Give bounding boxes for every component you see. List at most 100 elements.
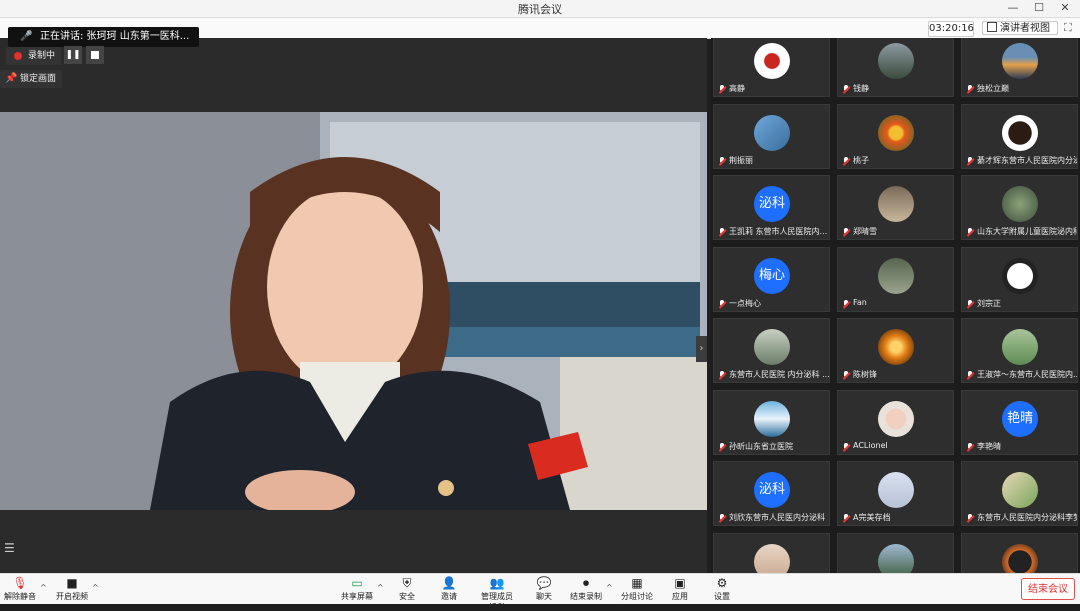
participant-tile[interactable]: 梅心一点梅心 [713, 246, 830, 312]
chat-icon: 💬 [536, 576, 552, 590]
participant-name: 独松立巅 [977, 84, 1009, 93]
speaking-indicator: 🎤 正在讲话: 张珂珂 山东第一医科... [8, 27, 200, 47]
participant-name: 山东大学附属儿童医院泌内科 [977, 227, 1077, 236]
invite-button[interactable]: 👤 邀请 [434, 576, 464, 602]
participant-tile[interactable] [837, 532, 954, 573]
muted-mic-icon [966, 371, 975, 380]
start-video-label: 开启视频 [56, 592, 88, 601]
participant-name: ACLionel [853, 440, 888, 450]
breakout-label: 分组讨论 [621, 592, 653, 601]
security-label: 安全 [399, 592, 415, 601]
end-recording-button[interactable]: ⏺ 结束录制 [569, 576, 603, 602]
muted-mic-icon [718, 85, 727, 94]
unmute-label: 解除静音 [4, 592, 36, 601]
start-video-button[interactable]: ■ 开启视频 [55, 576, 89, 602]
collapse-panel-button[interactable]: › [696, 336, 707, 362]
view-mode-button[interactable]: 演讲者视图▾ [982, 21, 1058, 47]
participant-tile[interactable]: 泌科 刘欣东营市人民医内分泌科 [713, 461, 830, 526]
participant-tile[interactable]: 东营市人民医院内分泌科李梦倩 [961, 461, 1078, 526]
muted-mic-icon [966, 299, 975, 309]
participant-name: 一点梅心 [729, 298, 761, 308]
participant-tile[interactable]: 钱静 [837, 38, 954, 97]
window-title: 腾讯会议 [518, 3, 562, 16]
participant-avatar [878, 186, 914, 222]
camera-off-icon: ■ [66, 576, 78, 590]
participant-tile[interactable]: A完美存档 [837, 461, 954, 526]
stop-recording-button[interactable] [86, 46, 104, 64]
muted-mic-icon [842, 228, 851, 237]
participant-tile[interactable]: 郑晴雪 [837, 175, 954, 240]
muted-mic-icon [966, 442, 975, 452]
apps-button[interactable]: ▣ 应用 [666, 576, 694, 602]
fullscreen-icon[interactable]: ⛶ [1064, 21, 1072, 35]
participant-name: 王凯莉 东营市人民医院内... [729, 227, 828, 236]
chat-button[interactable]: 💬 聊天 [530, 576, 558, 602]
pin-view-button[interactable]: 📌 锁定画面 [0, 70, 63, 88]
participant-tile[interactable]: 荆振丽 [713, 103, 830, 169]
list-icon[interactable]: ☰ [4, 541, 15, 555]
participant-tile[interactable]: 綦才辉东营市人民医院内分泌科 [961, 103, 1078, 169]
participant-avatar [754, 329, 790, 365]
participant-avatar [878, 329, 914, 365]
muted-mic-icon [842, 371, 851, 380]
participant-grid: 高静钱静独松立巅荆振丽桃子綦才辉东营市人民医院内分泌科泌科王凯莉 东营市人民医院… [711, 38, 1080, 573]
participant-name: 李艳晴 [977, 441, 1001, 451]
participant-tile[interactable]: 桃子 [837, 103, 954, 169]
meeting-timer: 03:20:16 [928, 21, 974, 37]
bottom-toolbar: 🎙 解除静音 ^ ■ 开启视频 ^ ▭ 共享屏幕 ^ ⛨ 安全 👤 邀请 👥 管… [0, 573, 1080, 611]
muted-mic-icon [718, 442, 727, 452]
pin-icon: 📌 [5, 73, 18, 84]
security-button[interactable]: ⛨ 安全 [392, 576, 422, 602]
share-screen-button[interactable]: ▭ 共享屏幕 [340, 576, 374, 602]
manage-members-label: 管理成员(36) [481, 592, 513, 611]
end-meeting-button[interactable]: 结束会议 [1021, 578, 1075, 600]
participant-tile[interactable]: 山东大学附属儿童医院泌内科 [961, 175, 1078, 240]
participant-avatar [754, 114, 790, 151]
participant-tile[interactable] [713, 532, 830, 573]
muted-mic-icon: 🎙 [12, 576, 28, 590]
maximize-button[interactable]: ☐ [1026, 0, 1052, 16]
participant-tile[interactable]: 孙昕山东省立医院 [713, 389, 830, 455]
pin-label: 锁定画面 [20, 74, 57, 84]
participant-avatar [754, 43, 790, 79]
participant-name: 刘宗正 [977, 298, 1001, 308]
add-user-icon: 👤 [441, 576, 457, 590]
participant-tile[interactable]: 王淑萍～东营市人民医院内... [961, 318, 1078, 383]
muted-mic-icon [718, 299, 727, 309]
share-options-caret[interactable]: ^ [377, 583, 384, 592]
participant-name: A完美存档 [853, 513, 891, 522]
participant-tile[interactable] [961, 532, 1078, 573]
minimize-button[interactable]: — [1000, 0, 1026, 16]
participant-tile[interactable]: 泌科 王凯莉 东营市人民医院内... [713, 175, 830, 240]
unmute-button[interactable]: 🎙 解除静音 [3, 576, 37, 602]
participant-tile[interactable]: 艳晴 李艳晴 [961, 389, 1078, 455]
muted-mic-icon [842, 514, 851, 523]
manage-members-button[interactable]: 👥 管理成员(36) [474, 576, 520, 611]
invite-label: 邀请 [441, 592, 457, 601]
audio-options-caret[interactable]: ^ [40, 583, 47, 592]
close-button[interactable]: ✕ [1052, 0, 1078, 16]
participant-tile[interactable]: ACLionel [837, 389, 954, 455]
participant-name: 东营市人民医院 内分泌科 ... [729, 370, 829, 379]
recording-options-caret[interactable]: ^ [606, 583, 613, 592]
participant-avatar [878, 43, 914, 79]
video-options-caret[interactable]: ^ [92, 583, 99, 592]
participant-tile[interactable]: 独松立巅 [961, 38, 1078, 97]
participant-tile[interactable]: Fan [837, 246, 954, 312]
participant-tile[interactable]: 高静 [713, 38, 830, 97]
muted-mic-icon [718, 156, 727, 166]
breakout-rooms-button[interactable]: ▦ 分组讨论 [620, 576, 654, 602]
participant-avatar [1002, 543, 1038, 573]
participant-name: 东营市人民医院内分泌科李梦倩 [977, 513, 1077, 522]
pause-recording-button[interactable]: ❚❚ [64, 46, 82, 64]
participant-avatar [1002, 329, 1038, 365]
settings-button[interactable]: ⚙ 设置 [708, 576, 736, 602]
participant-avatar: 泌科 [754, 472, 790, 508]
participant-avatar: 梅心 [754, 257, 790, 294]
participant-tile[interactable]: 陈树锋 [837, 318, 954, 383]
participant-avatar [878, 543, 914, 573]
participant-tile[interactable]: 东营市人民医院 内分泌科 ... [713, 318, 830, 383]
participant-name: 高静 [729, 84, 745, 93]
muted-mic-icon [718, 514, 727, 523]
participant-tile[interactable]: 刘宗正 [961, 246, 1078, 312]
